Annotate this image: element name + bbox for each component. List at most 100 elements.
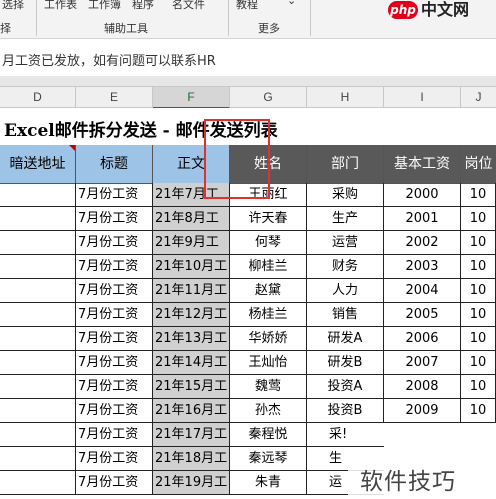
ribbon-fragment[interactable]: 程序 [132,0,154,12]
cell-body[interactable]: 21年12月工 [153,303,230,327]
cell-dept[interactable]: 采购 [307,183,384,207]
cell-name[interactable]: 赵黛 [230,279,307,303]
cell-bcc[interactable] [0,255,76,279]
cell-bcc[interactable] [0,183,76,207]
header-subject[interactable]: 标题 [76,145,153,184]
cell-bcc[interactable] [0,279,76,303]
cell-name[interactable]: 柳桂兰 [230,255,307,279]
cell-salary[interactable]: 2001 [384,207,461,231]
header-name[interactable]: 姓名 [230,145,307,184]
cell-body[interactable]: 21年7月工 [153,183,230,207]
cell-body[interactable]: 21年17月工 [153,423,230,447]
cell-name[interactable]: 王丽红 [230,183,307,207]
header-bcc[interactable]: 暗送地址 [0,145,76,184]
cell-title[interactable]: 7月份工资 [76,279,153,303]
cell-salary[interactable]: 2002 [384,231,461,255]
cell-name[interactable]: 魏莺 [230,375,307,399]
cell-title[interactable]: 7月份工资 [76,351,153,375]
cell-title[interactable]: 7月份工资 [76,207,153,231]
cell-post[interactable]: 10 [461,303,496,327]
ribbon-fragment[interactable]: 名文件 [172,0,205,12]
cell-dept[interactable]: 生产 [307,207,384,231]
cell-bcc[interactable] [0,399,76,423]
cell-dept[interactable]: 财务 [307,255,384,279]
cell-post[interactable]: 10 [461,375,496,399]
cell-title[interactable]: 7月份工资 [76,471,153,495]
cell-body[interactable]: 21年19月工 [153,471,230,495]
cell-title[interactable]: 7月份工资 [76,327,153,351]
column-header-g[interactable]: G [230,87,307,108]
cell-title[interactable]: 7月份工资 [76,255,153,279]
header-department[interactable]: 部门 [307,145,384,184]
cell-body[interactable]: 21年8月工 [153,207,230,231]
cell-dept[interactable]: 投资B [307,399,384,423]
column-header-j[interactable]: J [461,87,496,108]
dropdown-chevron-icon[interactable]: ⌄ [287,0,296,7]
column-header-e[interactable]: E [76,87,153,108]
cell-body[interactable]: 21年15月工 [153,375,230,399]
cell-salary[interactable]: 2009 [384,399,461,423]
cell-salary[interactable]: 2006 [384,327,461,351]
column-header-f[interactable]: F [153,87,230,109]
cell-post[interactable]: 10 [461,183,496,207]
cell-post[interactable]: 10 [461,231,496,255]
ribbon-fragment[interactable]: 选择 [2,0,24,12]
cell-post[interactable]: 10 [461,327,496,351]
cell-salary[interactable]: 2005 [384,303,461,327]
sheet-title[interactable]: Excel邮件拆分发送 - 邮件发送列表 [4,116,278,141]
column-header-i[interactable]: I [384,87,461,108]
cell-name[interactable]: 秦远琴 [230,447,307,471]
cell-post[interactable]: 10 [461,255,496,279]
cell-name[interactable]: 孙杰 [230,399,307,423]
cell-post[interactable]: 10 [461,399,496,423]
cell-title[interactable]: 7月份工资 [76,303,153,327]
cell-post[interactable]: 10 [461,351,496,375]
ribbon-fragment[interactable]: 教程 [236,0,258,12]
cell-bcc[interactable] [0,351,76,375]
cell-body[interactable]: 21年10月工 [153,255,230,279]
cell-title[interactable]: 7月份工资 [76,399,153,423]
cell-dept[interactable]: 投资A [307,375,384,399]
cell-body[interactable]: 21年9月工 [153,231,230,255]
column-header-d[interactable]: D [0,87,76,108]
cell-dept[interactable]: 研发B [307,351,384,375]
cell-name[interactable]: 杨桂兰 [230,303,307,327]
cell-dept[interactable]: 人力 [307,279,384,303]
cell-title[interactable]: 7月份工资 [76,447,153,471]
cell-name[interactable]: 许天春 [230,207,307,231]
cell-bcc[interactable] [0,327,76,351]
column-header-h[interactable]: H [307,87,384,108]
cell-body[interactable]: 21年16月工 [153,399,230,423]
cell-salary[interactable]: 2000 [384,183,461,207]
cell-bcc[interactable] [0,375,76,399]
cell-body[interactable]: 21年18月工 [153,447,230,471]
cell-name[interactable]: 王灿怡 [230,351,307,375]
cell-dept[interactable]: 运营 [307,231,384,255]
cell-body[interactable]: 21年13月工 [153,327,230,351]
cell-name[interactable]: 华娇娇 [230,327,307,351]
cell-title[interactable]: 7月份工资 [76,423,153,447]
cell-bcc[interactable] [0,231,76,255]
cell-dept[interactable]: 销售 [307,303,384,327]
header-base-salary[interactable]: 基本工资 [384,145,461,184]
cell-bcc[interactable] [0,207,76,231]
cell-salary[interactable]: 2004 [384,279,461,303]
cell-salary[interactable]: 2003 [384,255,461,279]
cell-title[interactable]: 7月份工资 [76,375,153,399]
header-position[interactable]: 岗位 [461,145,496,184]
cell-dept[interactable]: 采! [307,423,384,447]
cell-name[interactable]: 朱青 [230,471,307,495]
cell-post[interactable]: 10 [461,207,496,231]
cell-salary[interactable]: 2008 [384,375,461,399]
cell-salary[interactable]: 2007 [384,351,461,375]
cell-body[interactable]: 21年11月工 [153,279,230,303]
cell-body[interactable]: 21年14月工 [153,351,230,375]
cell-post[interactable]: 10 [461,279,496,303]
ribbon-fragment[interactable]: 工作表 [44,0,77,12]
cell-name[interactable]: 秦程悦 [230,423,307,447]
cell-bcc[interactable] [0,447,76,471]
cell-title[interactable]: 7月份工资 [76,231,153,255]
cell-name[interactable]: 何琴 [230,231,307,255]
cell-dept[interactable]: 研发A [307,327,384,351]
cell-title[interactable]: 7月份工资 [76,183,153,207]
